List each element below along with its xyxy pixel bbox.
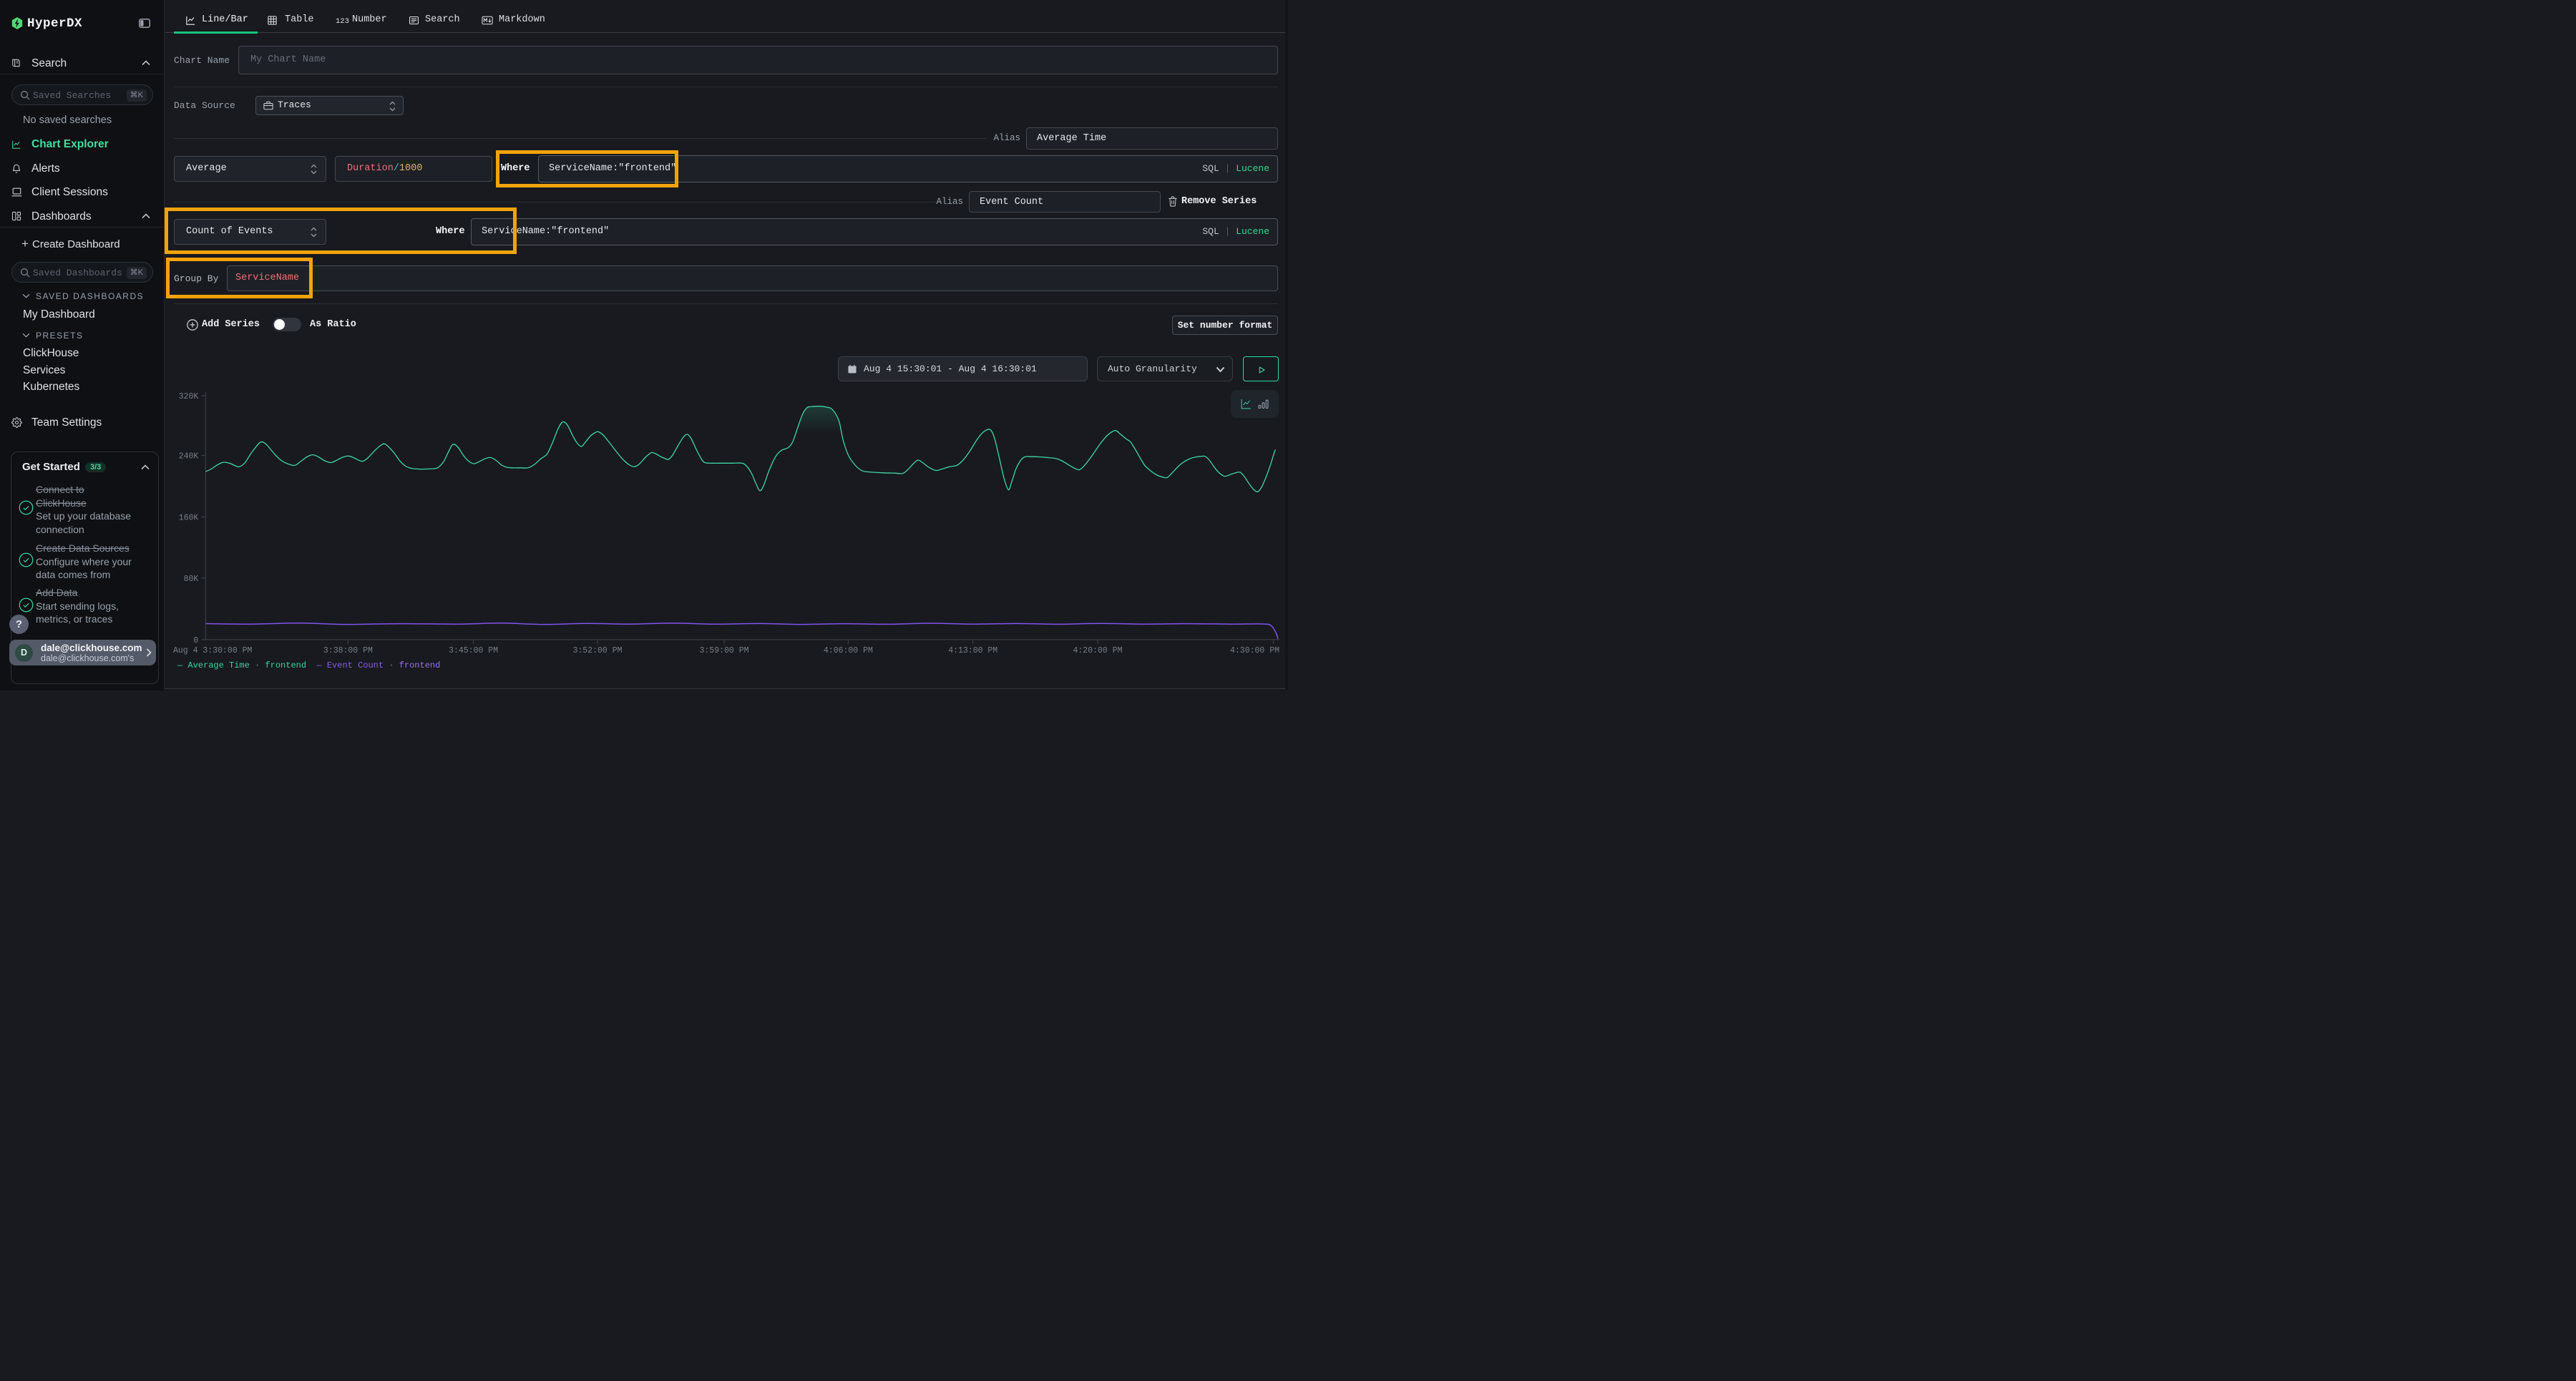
svg-text:3:45:00 PM: 3:45:00 PM [449, 646, 498, 655]
svg-text:4:20:00 PM: 4:20:00 PM [1073, 646, 1122, 655]
svg-text:80K: 80K [184, 575, 199, 584]
svg-text:4:06:00 PM: 4:06:00 PM [824, 646, 873, 655]
svg-text:Aug 4 3:30:00 PM: Aug 4 3:30:00 PM [173, 646, 253, 655]
svg-text:3:59:00 PM: 3:59:00 PM [699, 646, 748, 655]
svg-text:240K: 240K [179, 452, 199, 462]
svg-text:4:13:00 PM: 4:13:00 PM [948, 646, 997, 655]
svg-text:3:38:00 PM: 3:38:00 PM [323, 646, 373, 655]
svg-text:0: 0 [193, 636, 198, 645]
svg-text:160K: 160K [179, 514, 199, 523]
svg-text:320K: 320K [179, 392, 199, 401]
svg-text:4:30:00 PM: 4:30:00 PM [1230, 646, 1279, 655]
svg-text:3:52:00 PM: 3:52:00 PM [572, 646, 622, 655]
